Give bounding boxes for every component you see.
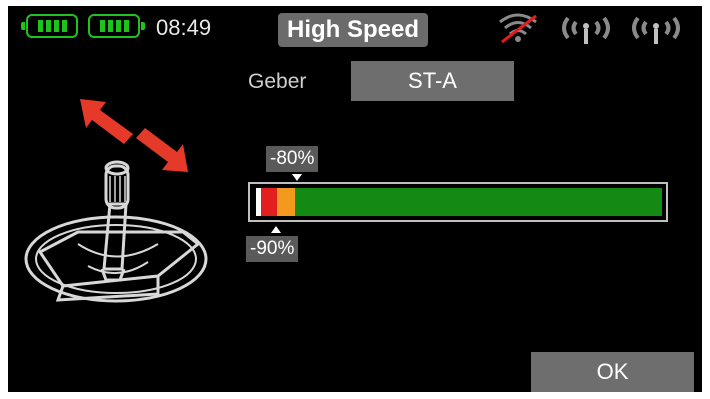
clock: 08:49 [156,15,212,40]
transmitter-screen: 08:49 High Speed Geber ST-A -80% -90% OK [8,6,702,392]
upper-limit-marker [292,174,302,181]
channel-range-bar [248,182,668,222]
geber-select-button[interactable]: ST-A [351,61,514,101]
range-green-segment [295,188,662,216]
signal-strength-icon [496,12,540,49]
geber-label: Geber [248,70,307,93]
range-red-segment [261,188,277,216]
movement-arrows-icon [80,99,188,172]
antenna-icon [628,12,684,51]
range-orange-segment [277,188,295,216]
upper-limit-label[interactable]: -80% [266,146,319,172]
receiver-battery-icon [88,14,145,38]
stick-gimbal-illustration [18,94,218,339]
lower-limit-label[interactable]: -90% [246,236,299,262]
mode-button[interactable]: High Speed [278,13,428,47]
transmitter-battery-icon [21,14,78,38]
lower-limit-marker [271,226,281,233]
ok-button[interactable]: OK [531,352,694,392]
antenna-icon [558,12,614,51]
